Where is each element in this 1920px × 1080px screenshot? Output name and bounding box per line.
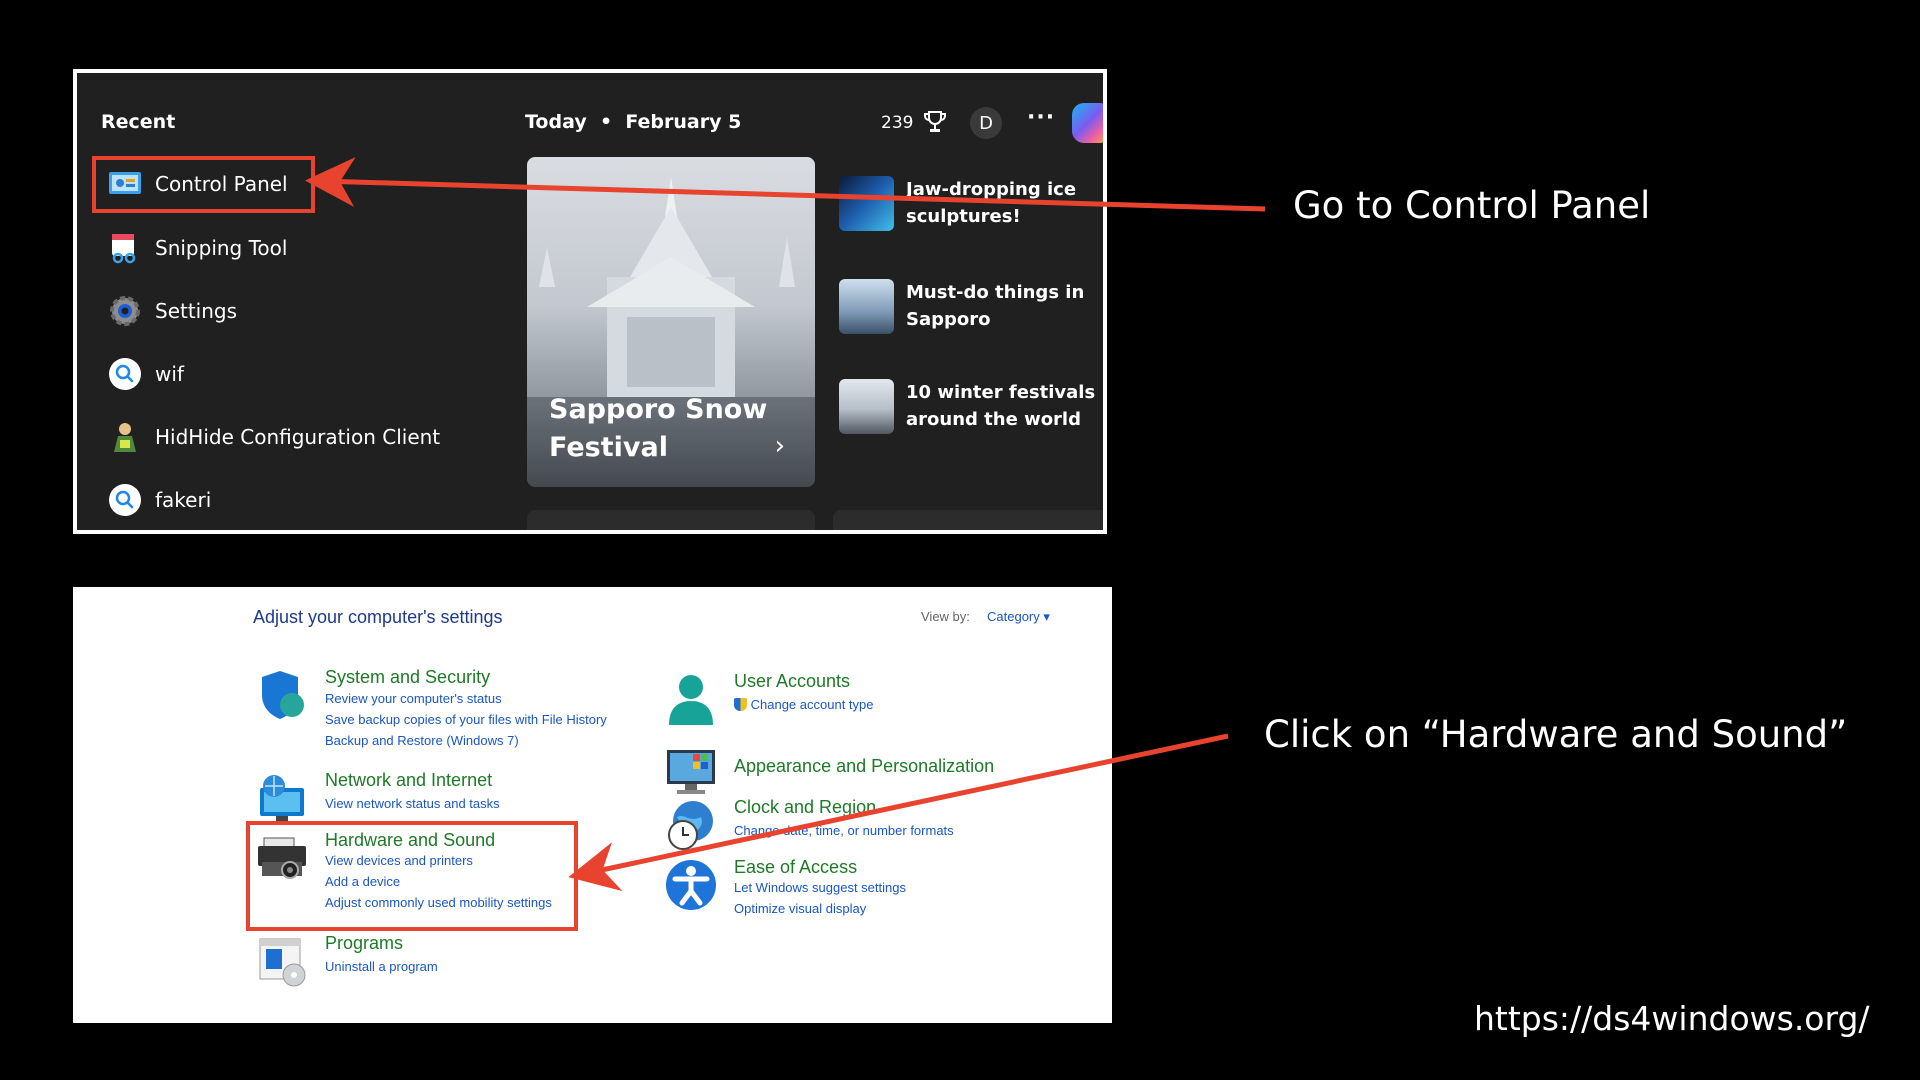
arrow-to-hardware-sound <box>568 733 1229 892</box>
source-url: https://ds4windows.org/ <box>1474 999 1870 1038</box>
annotation-arrows <box>305 157 1266 892</box>
arrow-to-control-panel <box>305 157 1266 212</box>
step1-caption: Go to Control Panel <box>1293 184 1651 227</box>
step2-caption: Click on “Hardware and Sound” <box>1264 713 1848 756</box>
